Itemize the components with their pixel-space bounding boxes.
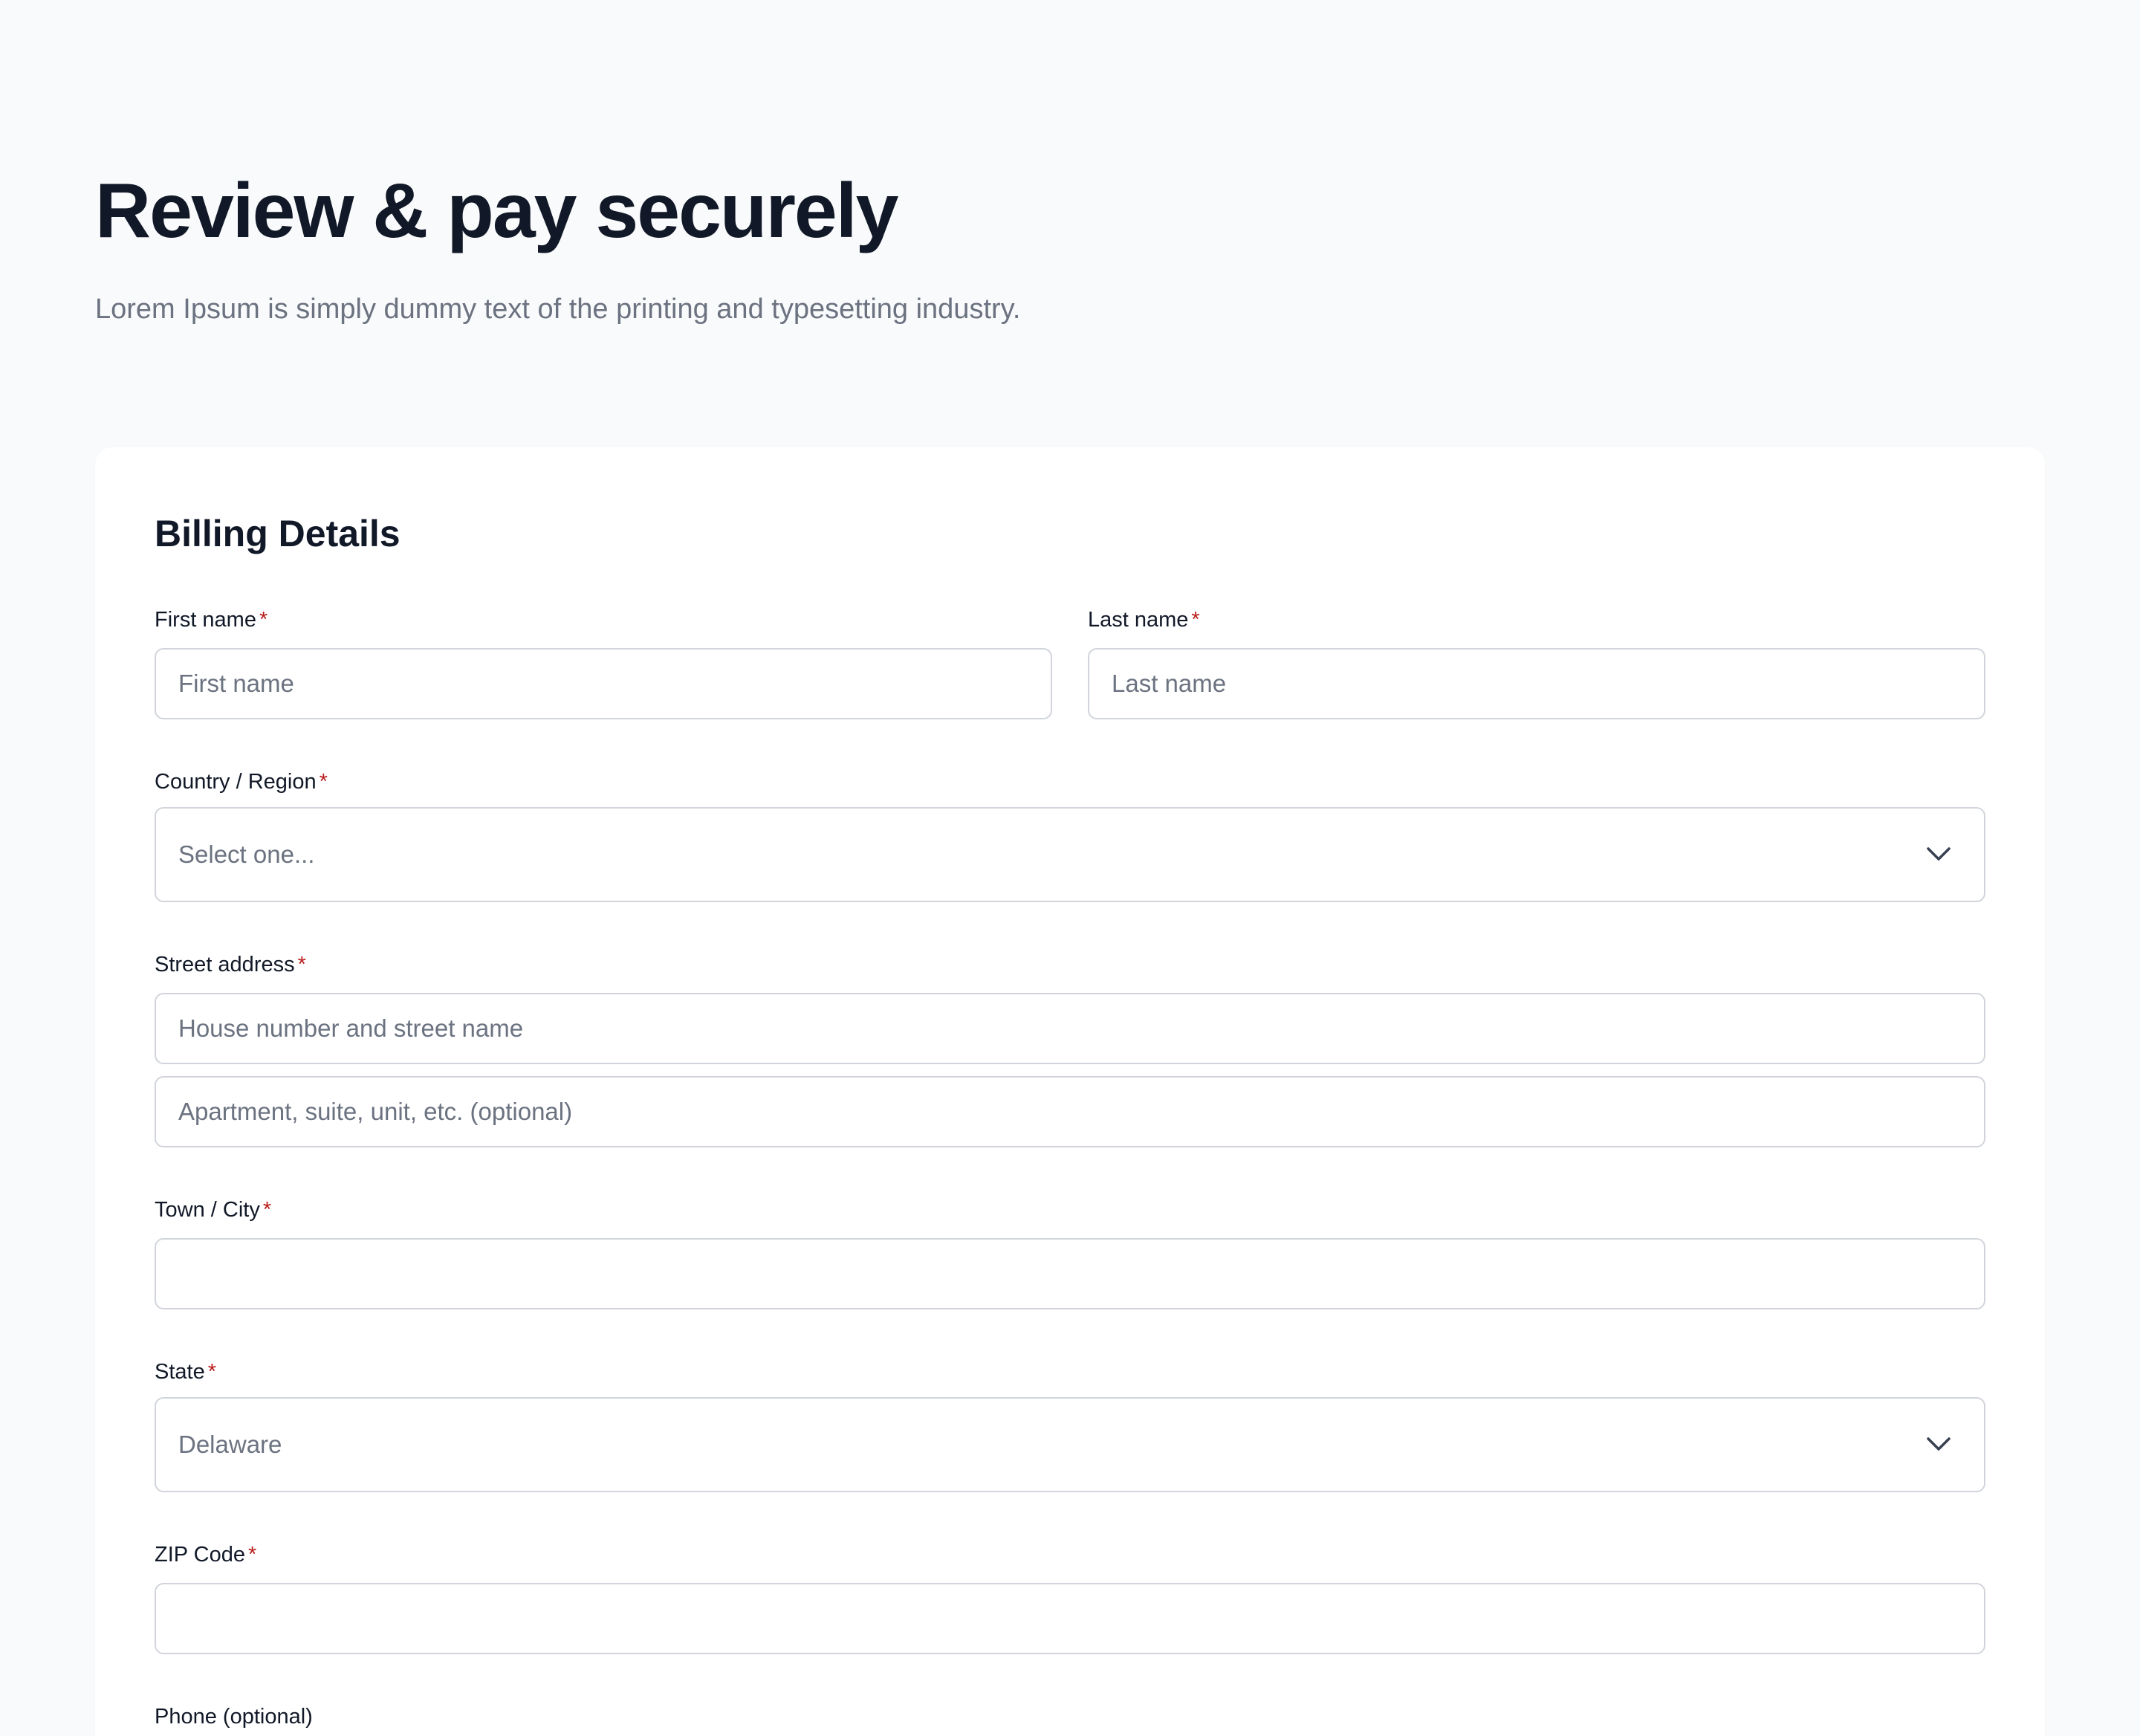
first-name-label-text: First name	[155, 608, 256, 632]
required-marker: *	[207, 1360, 217, 1384]
required-marker: *	[259, 608, 268, 632]
country-label-text: Country / Region	[155, 770, 317, 794]
last-name-input[interactable]	[1088, 648, 1985, 719]
required-marker: *	[319, 770, 328, 794]
state-label: State *	[155, 1358, 216, 1385]
required-marker: *	[297, 953, 306, 976]
city-label: Town / City *	[155, 1196, 271, 1223]
street-address-line2-input[interactable]	[155, 1076, 1985, 1147]
phone-label-text: Phone (optional)	[155, 1705, 313, 1729]
zip-code-label: ZIP Code *	[155, 1541, 256, 1568]
checkout-page: Review & pay securely Lorem Ipsum is sim…	[0, 0, 2140, 1736]
chevron-down-icon	[1927, 847, 1951, 861]
required-marker: *	[262, 1198, 272, 1222]
billing-details-card: Billing Details First name* Last name* C…	[95, 447, 2045, 1736]
state-select-value: Delaware	[178, 1431, 282, 1458]
street-address-label: Street address *	[155, 951, 306, 978]
section-title: Billing Details	[155, 513, 401, 554]
state-label-text: State	[155, 1360, 205, 1384]
zip-code-input[interactable]	[155, 1583, 1985, 1654]
state-select[interactable]: Delaware	[155, 1397, 1985, 1492]
street-address-label-text: Street address	[155, 953, 295, 976]
country-select[interactable]: Select one...	[155, 807, 1985, 902]
phone-label: Phone (optional)	[155, 1703, 313, 1730]
page-title: Review & pay securely	[95, 168, 899, 254]
chevron-down-icon	[1927, 1437, 1951, 1451]
first-name-label: First name *	[155, 606, 268, 633]
city-input[interactable]	[155, 1238, 1985, 1309]
first-name-input[interactable]	[155, 648, 1052, 719]
required-marker: *	[1191, 608, 1200, 632]
street-address-line1-input[interactable]	[155, 993, 1985, 1064]
city-label-text: Town / City	[155, 1198, 260, 1222]
zip-code-label-text: ZIP Code	[155, 1543, 245, 1567]
country-label: Country / Region *	[155, 768, 328, 795]
page-subtitle: Lorem Ipsum is simply dummy text of the …	[95, 294, 1021, 325]
last-name-label: Last name *	[1088, 606, 1200, 633]
last-name-label-text: Last name	[1088, 608, 1189, 632]
country-select-value: Select one...	[178, 841, 315, 868]
required-marker: *	[247, 1543, 257, 1567]
